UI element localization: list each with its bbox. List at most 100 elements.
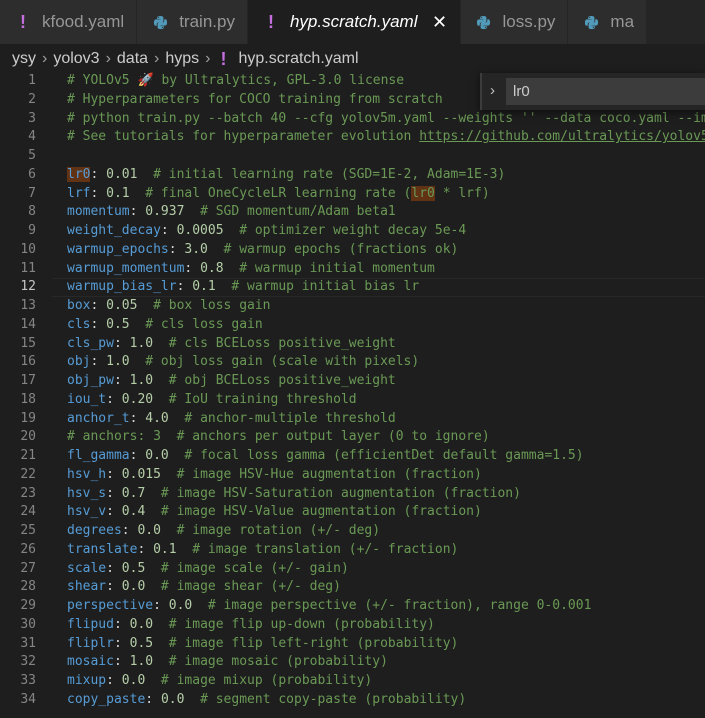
code-editor[interactable]: 1 # YOLOv5 🚀 by Ultralytics, GPL-3.0 lice…: [0, 72, 705, 718]
code-text: hsv_h: 0.015 # image HSV-Hue augmentatio…: [67, 466, 482, 485]
code-token: shear: [67, 579, 107, 595]
code-line[interactable]: 17 obj_pw: 1.0 # obj BCELoss positive_wei…: [0, 372, 705, 391]
line-number: 12: [20, 279, 36, 295]
code-line[interactable]: 23 hsv_s: 0.7 # image HSV-Saturation augm…: [0, 485, 705, 504]
code-line[interactable]: 22 hsv_h: 0.015 # image HSV-Hue augmentat…: [0, 466, 705, 485]
python-icon: [582, 13, 600, 31]
code-token: cls_pw: [67, 335, 114, 351]
breadcrumb-item[interactable]: hyp.scratch.yaml: [239, 50, 359, 68]
code-line[interactable]: 13 box: 0.05 # box loss gain: [0, 297, 705, 316]
code-line[interactable]: 8 momentum: 0.937 # SGD momentum/Adam bet…: [0, 203, 705, 222]
line-number: 29: [20, 598, 36, 613]
code-token: :: [145, 691, 161, 707]
code-text: anchor_t: 4.0 # anchor-multiple threshol…: [67, 410, 396, 429]
code-token: :: [90, 166, 107, 182]
code-line[interactable]: 7 lrf: 0.1 # final OneCycleLR learning ra…: [0, 185, 705, 204]
line-number: 8: [28, 204, 36, 220]
tab-kfood-yaml[interactable]: ! kfood.yaml: [0, 0, 138, 44]
code-token: :: [113, 335, 130, 351]
code-token: # anchors: 3 # anchors per output layer …: [67, 429, 490, 445]
code-token: :: [113, 373, 130, 388]
code-line[interactable]: 4 # See tutorials for hyperparameter evol…: [0, 128, 705, 147]
code-token: :: [106, 560, 122, 576]
tab-loss-py[interactable]: loss.py: [460, 0, 569, 44]
code-token: scale: [67, 560, 107, 576]
tab-hyp-scratch-yaml[interactable]: ! hyp.scratch.yaml ✕: [247, 0, 461, 44]
code-text: # anchors: 3 # anchors per output layer …: [67, 428, 490, 447]
code-token: hsv_h: [67, 466, 107, 482]
line-number: 2: [28, 91, 36, 107]
code-line[interactable]: 34 copy_paste: 0.0 # segment copy-paste (…: [0, 691, 705, 710]
code-token: 0.01: [106, 166, 138, 182]
code-text: scale: 0.5 # image scale (+/- gain): [67, 560, 349, 579]
line-number: 34: [20, 691, 36, 707]
line-number: 6: [28, 166, 36, 182]
code-line[interactable]: 26 translate: 0.1 # image translation (+/…: [0, 541, 705, 560]
tab-ma[interactable]: ma: [568, 0, 648, 44]
code-token: :: [106, 579, 122, 595]
code-text: shear: 0.0 # image shear (+/- deg): [67, 578, 341, 597]
breadcrumb: ysy › yolov3 › data › hyps › ! hyp.scrat…: [0, 44, 705, 74]
tab-train-py[interactable]: train.py: [137, 0, 248, 44]
line-number: 19: [20, 410, 36, 426]
code-token: # focal loss gamma (efficientDet default…: [168, 448, 584, 463]
code-line[interactable]: 25 degrees: 0.0 # image rotation (+/- deg…: [0, 522, 705, 541]
breadcrumb-item[interactable]: yolov3: [53, 50, 99, 68]
code-text: mixup: 0.0 # image mixup (probability): [67, 672, 372, 691]
code-line[interactable]: 29 perspective: 0.0 # image perspective (…: [0, 597, 705, 616]
code-token: 1.0: [129, 335, 154, 351]
breadcrumb-item[interactable]: data: [117, 50, 148, 68]
code-text: lr0: 0.01 # initial learning rate (SGD=1…: [67, 166, 505, 185]
code-line[interactable]: 15 cls_pw: 1.0 # cls BCELoss positive_wei…: [0, 335, 705, 354]
code-line[interactable]: 5: [0, 147, 705, 166]
breadcrumb-item[interactable]: hyps: [165, 50, 199, 68]
code-token: 0.0: [168, 598, 193, 613]
code-line[interactable]: 30 flipud: 0.0 # image flip up-down (prob…: [0, 616, 705, 635]
code-token: # image HSV-Hue augmentation (fraction): [160, 466, 482, 482]
code-token: # anchor-multiple threshold: [168, 410, 396, 426]
chevron-right-icon[interactable]: ›: [490, 82, 495, 99]
find-input[interactable]: [506, 78, 705, 105]
code-line[interactable]: 12 warmup_bias_lr: 0.1 # warmup initial b…: [0, 278, 705, 297]
code-line[interactable]: 9 weight_decay: 0.0005 # optimizer weight…: [0, 222, 705, 241]
code-text: lrf: 0.1 # final OneCycleLR learning rat…: [67, 185, 490, 204]
code-text: degrees: 0.0 # image rotation (+/- deg): [67, 522, 380, 541]
code-token: # image flip up-down (probability): [153, 616, 435, 632]
code-token: # warmup initial momentum: [223, 260, 435, 276]
code-line[interactable]: 20 # anchors: 3 # anchors per output laye…: [0, 428, 705, 447]
code-token: 0.0: [121, 579, 146, 595]
code-token: # final OneCycleLR learning rate (: [129, 185, 412, 201]
code-token: :: [113, 635, 130, 651]
line-number: 13: [20, 298, 36, 313]
code-text: obj_pw: 1.0 # obj BCELoss positive_weigh…: [67, 372, 396, 391]
code-token: iou_t: [67, 391, 107, 407]
close-icon[interactable]: ✕: [432, 12, 448, 33]
breadcrumb-item[interactable]: ysy: [12, 50, 36, 68]
code-line[interactable]: 21 fl_gamma: 0.0 # focal loss gamma (effi…: [0, 447, 705, 466]
code-line[interactable]: 27 scale: 0.5 # image scale (+/- gain): [0, 560, 705, 579]
line-number: 3: [28, 110, 36, 126]
code-token: lr0: [67, 166, 91, 182]
code-line[interactable]: 11 warmup_momentum: 0.8 # warmup initial …: [0, 260, 705, 279]
code-token: anchor_t: [67, 410, 130, 426]
code-token: 0.0: [129, 616, 154, 632]
code-line[interactable]: 28 shear: 0.0 # image shear (+/- deg): [0, 578, 705, 597]
code-line[interactable]: 3 # python train.py --batch 40 --cfg yolo…: [0, 110, 705, 129]
chevron-right-icon: ›: [42, 50, 48, 67]
code-line[interactable]: 10 warmup_epochs: 3.0 # warmup epochs (fr…: [0, 241, 705, 260]
code-line[interactable]: 31 fliplr: 0.5 # image flip left-right (p…: [0, 635, 705, 654]
code-line[interactable]: 24 hsv_v: 0.4 # image HSV-Value augmentat…: [0, 503, 705, 522]
code-token: :: [129, 410, 146, 426]
code-token: # warmup epochs (fractions ok): [207, 241, 459, 257]
code-line[interactable]: 16 obj: 1.0 # obj loss gain (scale with p…: [0, 353, 705, 372]
code-line[interactable]: 32 mosaic: 1.0 # image mosaic (probabilit…: [0, 653, 705, 672]
code-line[interactable]: 18 iou_t: 0.20 # IoU training threshold: [0, 391, 705, 410]
code-text: cls: 0.5 # cls loss gain: [67, 316, 263, 335]
code-line[interactable]: 33 mixup: 0.0 # image mixup (probability): [0, 672, 705, 691]
line-number: 7: [28, 185, 36, 201]
link-token[interactable]: https://github.com/ultralytics/yolov5#tu…: [419, 129, 705, 144]
code-line[interactable]: 6 lr0: 0.01 # initial learning rate (SGD=…: [0, 166, 705, 185]
code-line[interactable]: 19 anchor_t: 4.0 # anchor-multiple thresh…: [0, 410, 705, 429]
code-text: warmup_bias_lr: 0.1 # warmup initial bia…: [67, 278, 419, 297]
code-line[interactable]: 14 cls: 0.5 # cls loss gain: [0, 316, 705, 335]
